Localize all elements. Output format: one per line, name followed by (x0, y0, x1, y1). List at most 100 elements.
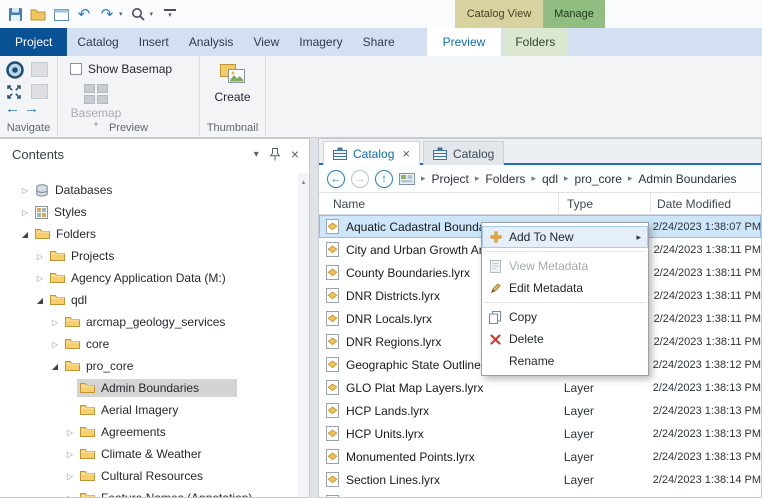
scroll-up-icon[interactable]: ▴ (302, 179, 306, 186)
tree-item[interactable]: ▷ Agency Application Data (M:) (0, 267, 298, 289)
up-one-level-button[interactable]: ↑ (375, 169, 393, 188)
tree-item[interactable]: ▷ arcmap_geology_services (0, 311, 298, 333)
ribbon-tab-project[interactable]: Project (0, 28, 68, 56)
tree-node[interactable]: pro_core (62, 357, 139, 375)
breadcrumb-item-pro-core[interactable]: pro_core (575, 172, 622, 186)
tree-item[interactable]: Aerial Imagery (0, 399, 298, 421)
breadcrumb-item-folders[interactable]: Folders (485, 172, 525, 186)
menu-item-delete[interactable]: Delete (482, 328, 648, 350)
dropdown-caret-icon[interactable]: ▾ (150, 10, 154, 18)
show-basemap-checkbox[interactable]: Show Basemap (70, 62, 172, 76)
ribbon-tab-insert[interactable]: Insert (129, 28, 179, 56)
customize-icon[interactable]: ▾ (164, 9, 177, 19)
expanded-expander-icon[interactable]: ◢ (18, 230, 32, 239)
open-project-icon[interactable] (30, 5, 46, 23)
tree-node[interactable]: Admin Boundaries (77, 379, 238, 397)
menu-item-edit-metadata[interactable]: Edit Metadata (482, 277, 648, 299)
next-extent-icon[interactable]: → (24, 101, 39, 116)
tree-item[interactable]: ▷ Databases (0, 179, 298, 201)
collapsed-expander-icon[interactable]: ▷ (48, 340, 62, 349)
ribbon-tab-analysis[interactable]: Analysis (179, 28, 244, 56)
table-row[interactable]: Monumented Points.lyrx Layer 2/24/2023 1:3… (319, 445, 761, 468)
tree-item[interactable]: ▷ Cultural Resources (0, 465, 298, 487)
tree-item[interactable]: ◢ pro_core (0, 355, 298, 377)
undo-icon[interactable]: ↶ (76, 5, 92, 23)
ribbon-tab-view[interactable]: View (243, 28, 289, 56)
table-row[interactable]: Section Lines.lyrx Layer 2/24/2023 1:38:14… (319, 468, 761, 491)
collapsed-expander-icon[interactable]: ▷ (18, 208, 32, 217)
zoom-extent-arrows-icon[interactable] (5, 83, 23, 101)
back-button[interactable]: ← (327, 169, 345, 188)
close-tab-icon[interactable]: × (402, 146, 410, 161)
tree-item[interactable]: ▷ Projects (0, 245, 298, 267)
table-row-partial[interactable] (319, 491, 761, 497)
create-thumbnail-button[interactable]: Create (204, 61, 262, 104)
breadcrumb-item-admin-boundaries[interactable]: Admin Boundaries (638, 172, 736, 186)
tree-node[interactable]: Cultural Resources (77, 467, 209, 485)
new-window-icon[interactable] (53, 5, 69, 23)
tree-item[interactable]: ▷ Agreements (0, 421, 298, 443)
ribbon-tab-preview[interactable]: Preview (426, 28, 502, 56)
column-header-name[interactable]: Name (319, 193, 559, 214)
dropdown-caret-icon[interactable]: ▾ (119, 10, 123, 18)
checkbox-box[interactable] (70, 63, 82, 75)
collapsed-expander-icon[interactable]: ▷ (18, 186, 32, 195)
collapsed-expander-icon[interactable]: ▷ (33, 274, 47, 283)
column-header-date-modified[interactable]: Date Modified (651, 193, 761, 214)
column-header-type[interactable]: Type (559, 193, 651, 214)
menu-item-copy[interactable]: Copy (482, 306, 648, 328)
save-icon[interactable] (7, 5, 23, 23)
collapsed-expander-icon[interactable]: ▷ (33, 252, 47, 261)
tree-item[interactable]: ▷ core (0, 333, 298, 355)
redo-icon[interactable]: ↷ (99, 5, 115, 23)
tree-node[interactable]: qdl (47, 291, 93, 309)
collapsed-expander-icon[interactable]: ▷ (63, 472, 77, 481)
tree-item[interactable]: ▷ Feature Names (Annotation) (0, 487, 298, 497)
tree-node[interactable]: Agency Application Data (M:) (47, 269, 232, 287)
tree-item[interactable]: ◢ Folders (0, 223, 298, 245)
breadcrumb-item-qdl[interactable]: qdl (542, 172, 558, 186)
view-tab-catalog[interactable]: Catalog × (323, 141, 420, 165)
tree-node[interactable]: arcmap_geology_services (62, 313, 231, 331)
tree-item[interactable]: ▷ Styles (0, 201, 298, 223)
tree-node[interactable]: Aerial Imagery (77, 401, 184, 419)
quick-access-toolbar: ↶ ↷ ▾ ▾ ▾ (0, 0, 762, 28)
table-row[interactable]: GLO Plat Map Layers.lyrx Layer 2/24/2023 1… (319, 376, 761, 399)
previous-extent-icon[interactable]: ← (5, 101, 20, 116)
ribbon-tab-catalog[interactable]: Catalog (67, 28, 128, 56)
tree-node[interactable]: Projects (47, 247, 120, 265)
collapsed-expander-icon[interactable]: ▷ (48, 318, 62, 327)
zoom-tools-icon[interactable] (130, 5, 146, 23)
tree-item[interactable]: Admin Boundaries (0, 377, 298, 399)
table-row[interactable]: HCP Lands.lyrx Layer 2/24/2023 1:38:13 PM (319, 399, 761, 422)
breadcrumb-root-icon[interactable] (399, 172, 415, 186)
pin-icon[interactable] (269, 147, 280, 161)
contents-scrollbar[interactable]: ▴ (298, 173, 309, 497)
expanded-expander-icon[interactable]: ◢ (33, 296, 47, 305)
tree-node[interactable]: Databases (32, 181, 118, 199)
breadcrumb-item-project[interactable]: Project (432, 172, 469, 186)
expanded-expander-icon[interactable]: ◢ (48, 362, 62, 371)
view-tab-catalog[interactable]: Catalog (422, 141, 505, 165)
tree-item-label: Databases (55, 183, 113, 197)
tree-item[interactable]: ▷ Climate & Weather (0, 443, 298, 465)
ribbon-tab-folders[interactable]: Folders (503, 28, 568, 56)
table-row[interactable]: HCP Units.lyrx Layer 2/24/2023 1:38:13 PM (319, 422, 761, 445)
full-extent-globe-icon[interactable] (5, 60, 25, 80)
close-icon[interactable]: × (291, 146, 299, 162)
tree-item[interactable]: ◢ qdl (0, 289, 298, 311)
collapsed-expander-icon[interactable]: ▷ (63, 450, 77, 459)
tree-node[interactable]: Agreements (77, 423, 172, 441)
menu-item-add-to-new[interactable]: Add To New ▸ (482, 226, 648, 248)
ribbon-tab-imagery[interactable]: Imagery (289, 28, 352, 56)
tree-node[interactable]: Styles (32, 203, 93, 221)
tree-node[interactable]: Feature Names (Annotation) (77, 489, 258, 497)
ribbon-tab-share[interactable]: Share (353, 28, 405, 56)
tree-node[interactable]: Climate & Weather (77, 445, 207, 463)
tree-node[interactable]: core (62, 335, 115, 353)
collapsed-expander-icon[interactable]: ▷ (63, 494, 77, 498)
menu-item-rename[interactable]: Rename (482, 350, 648, 372)
chevron-down-icon[interactable]: ▾ (254, 149, 259, 160)
tree-node[interactable]: Folders (32, 225, 102, 243)
collapsed-expander-icon[interactable]: ▷ (63, 428, 77, 437)
